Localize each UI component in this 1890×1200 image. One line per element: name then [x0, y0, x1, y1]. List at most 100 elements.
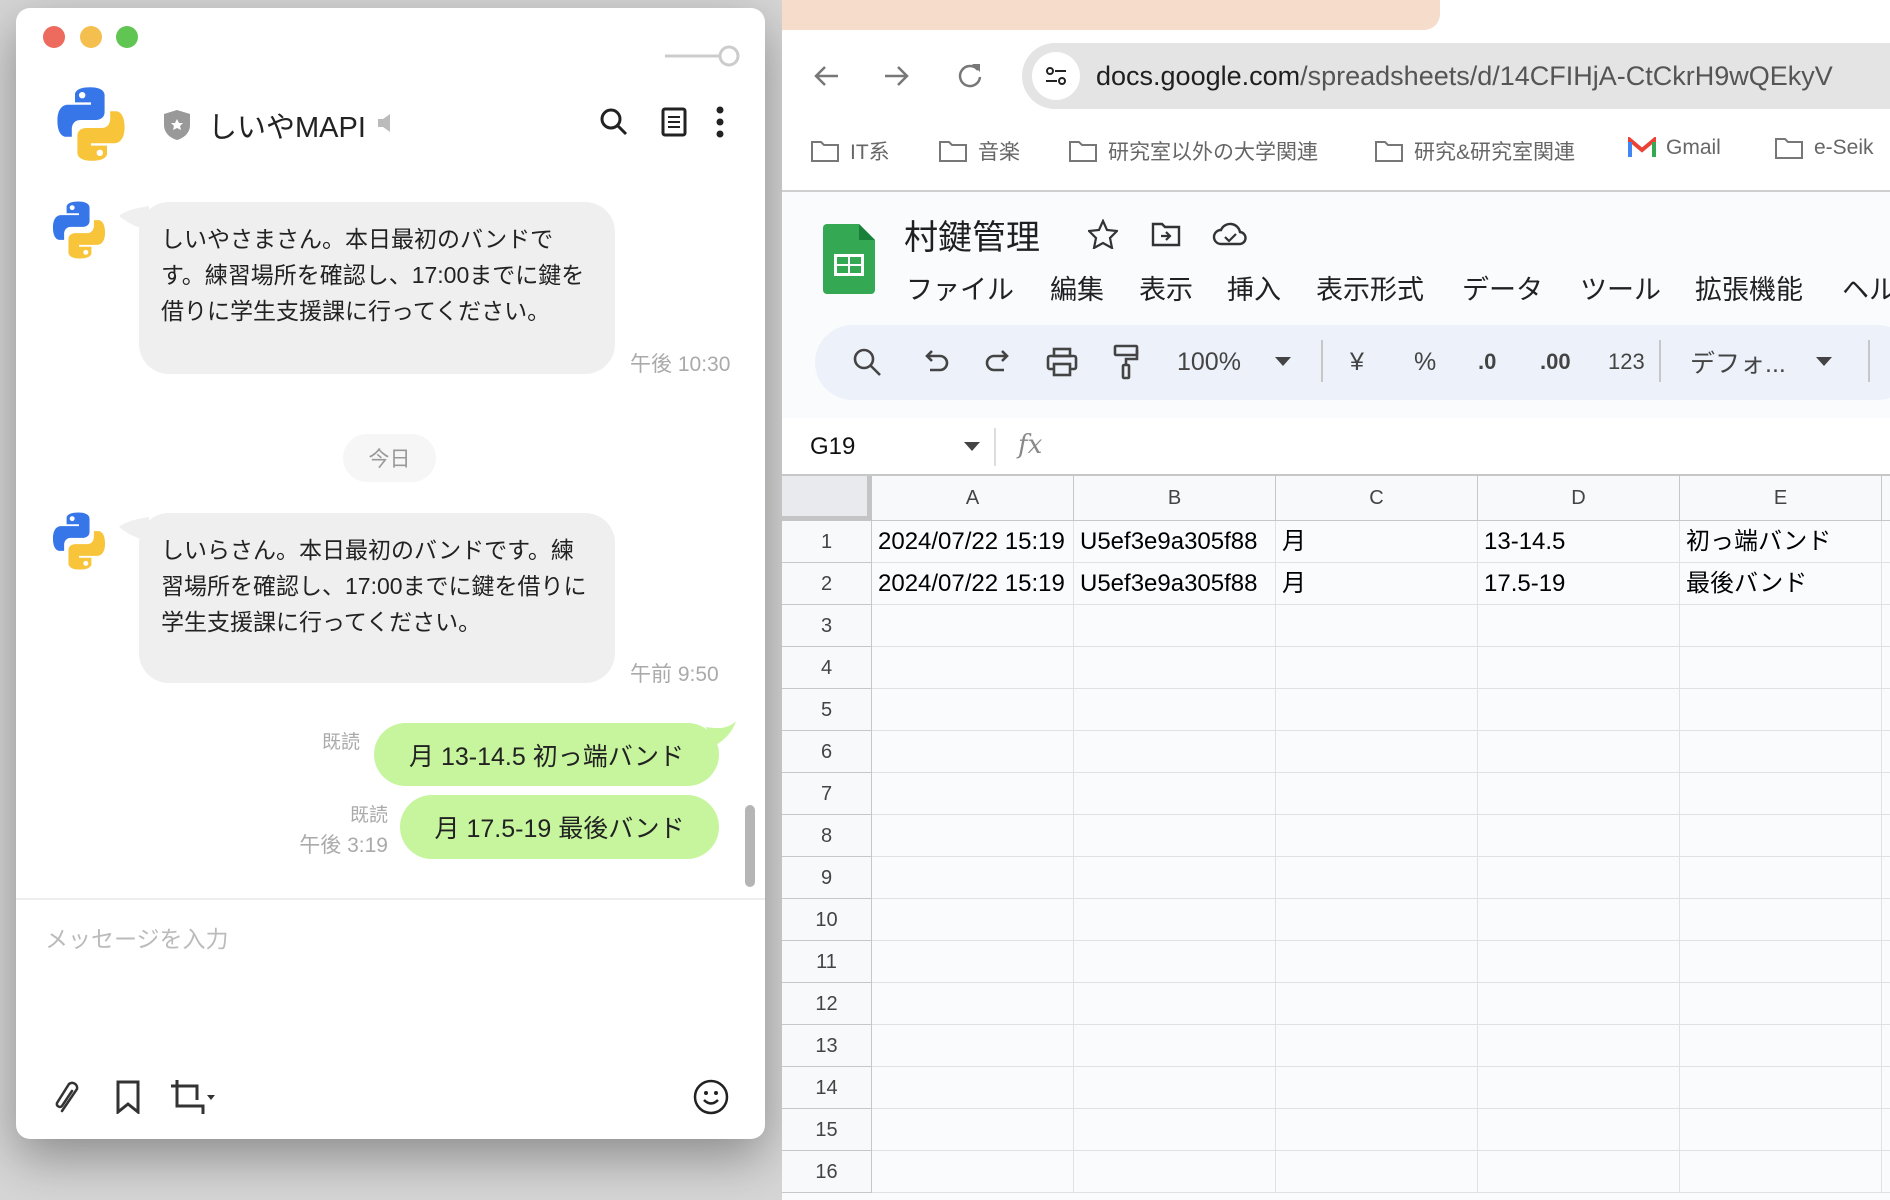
back-arrow-icon[interactable] [810, 60, 842, 92]
cell-b13[interactable] [1074, 1025, 1276, 1067]
column-header-a[interactable]: A [872, 476, 1074, 521]
format-currency-button[interactable]: ¥ [1350, 343, 1364, 381]
cell-f13[interactable] [1882, 1025, 1890, 1067]
cell-d14[interactable] [1478, 1067, 1680, 1109]
cell-c7[interactable] [1276, 773, 1478, 815]
cell-e13[interactable] [1680, 1025, 1882, 1067]
cell-d5[interactable] [1478, 689, 1680, 731]
cell-a8[interactable] [872, 815, 1074, 857]
cell-a1[interactable]: 2024/07/22 15:19 [872, 521, 1074, 563]
cell-c15[interactable] [1276, 1109, 1478, 1151]
decrease-decimal-button[interactable]: .0 [1478, 343, 1496, 381]
cell-b10[interactable] [1074, 899, 1276, 941]
cell-b1[interactable]: U5ef3e9a305f88 [1074, 521, 1276, 563]
bookmark-gmail[interactable]: Gmail [1628, 136, 1721, 160]
select-all-corner[interactable] [782, 476, 872, 521]
cell-f16[interactable] [1882, 1151, 1890, 1193]
document-title[interactable]: 村鍵管理 [904, 210, 1040, 259]
received-message-bubble[interactable]: しいやさまさん。本日最初のバンドです。練習場所を確認し、17:00までに鍵を借り… [139, 202, 615, 374]
sender-avatar[interactable] [48, 510, 110, 572]
cell-a6[interactable] [872, 731, 1074, 773]
move-folder-icon[interactable] [1150, 218, 1182, 250]
cell-f7[interactable] [1882, 773, 1890, 815]
cell-e12[interactable] [1680, 983, 1882, 1025]
zoom-select[interactable]: 100% [1177, 343, 1291, 381]
cell-f9[interactable] [1882, 857, 1890, 899]
cell-c9[interactable] [1276, 857, 1478, 899]
cell-a11[interactable] [872, 941, 1074, 983]
cell-a16[interactable] [872, 1151, 1074, 1193]
cell-e3[interactable] [1680, 605, 1882, 647]
cell-b15[interactable] [1074, 1109, 1276, 1151]
cell-d3[interactable] [1478, 605, 1680, 647]
emoji-icon[interactable] [691, 1077, 731, 1117]
cell-b11[interactable] [1074, 941, 1276, 983]
row-header[interactable]: 13 [782, 1025, 872, 1067]
cell-d9[interactable] [1478, 857, 1680, 899]
cell-c2[interactable]: 月 [1276, 563, 1478, 605]
cell-f5[interactable] [1882, 689, 1890, 731]
row-header[interactable]: 11 [782, 941, 872, 983]
search-icon[interactable] [598, 106, 630, 138]
redo-icon[interactable] [984, 343, 1012, 381]
cell-b14[interactable] [1074, 1067, 1276, 1109]
maximize-window-button[interactable] [116, 26, 138, 48]
cell-f12[interactable] [1882, 983, 1890, 1025]
site-settings-icon[interactable] [1032, 52, 1080, 100]
column-header-c[interactable]: C [1276, 476, 1478, 521]
minimize-window-button[interactable] [80, 26, 102, 48]
cell-f14[interactable] [1882, 1067, 1890, 1109]
cell-b4[interactable] [1074, 647, 1276, 689]
cell-d6[interactable] [1478, 731, 1680, 773]
menu-edit[interactable]: 編集 [1050, 268, 1104, 307]
row-header[interactable]: 16 [782, 1151, 872, 1193]
star-icon[interactable] [1087, 218, 1119, 250]
menu-insert[interactable]: 挿入 [1227, 268, 1281, 307]
row-header[interactable]: 5 [782, 689, 872, 731]
cell-d4[interactable] [1478, 647, 1680, 689]
cell-c5[interactable] [1276, 689, 1478, 731]
sender-avatar[interactable] [48, 199, 110, 261]
cell-d1[interactable]: 13-14.5 [1478, 521, 1680, 563]
row-header[interactable]: 15 [782, 1109, 872, 1151]
column-header-d[interactable]: D [1478, 476, 1680, 521]
bookmark-folder-university[interactable]: 研究室以外の大学関連 [1068, 136, 1318, 166]
row-header[interactable]: 4 [782, 647, 872, 689]
increase-decimal-button[interactable]: .00 [1540, 343, 1571, 381]
cell-c10[interactable] [1276, 899, 1478, 941]
font-select[interactable]: デフォ... [1690, 343, 1832, 381]
more-formats-button[interactable]: 123 [1608, 343, 1645, 381]
row-header[interactable]: 2 [782, 563, 872, 605]
cell-e7[interactable] [1680, 773, 1882, 815]
cell-f2[interactable] [1882, 563, 1890, 605]
cell-f4[interactable] [1882, 647, 1890, 689]
browser-tab-active-group[interactable] [782, 0, 1440, 30]
sent-message-bubble[interactable]: 月 17.5-19 最後バンド [400, 795, 719, 859]
attachment-paperclip-icon[interactable] [50, 1077, 86, 1117]
bookmark-icon[interactable] [110, 1077, 146, 1117]
cell-c4[interactable] [1276, 647, 1478, 689]
cell-a4[interactable] [872, 647, 1074, 689]
cell-e1[interactable]: 初っ端バンド [1680, 521, 1882, 563]
cell-c12[interactable] [1276, 983, 1478, 1025]
address-bar[interactable]: docs.google.com/spreadsheets/d/14CFIHjA-… [1022, 43, 1890, 109]
formula-input[interactable] [1072, 424, 1882, 470]
cell-b6[interactable] [1074, 731, 1276, 773]
message-input[interactable]: メッセージを入力 [45, 920, 735, 1070]
bookmark-folder-music[interactable]: 音楽 [938, 136, 1020, 166]
search-menus-icon[interactable] [852, 343, 882, 381]
sent-message-bubble[interactable]: 月 13-14.5 初っ端バンド [374, 723, 719, 786]
menu-format[interactable]: 表示形式 [1316, 268, 1424, 307]
cell-d10[interactable] [1478, 899, 1680, 941]
row-header[interactable]: 8 [782, 815, 872, 857]
column-header-b[interactable]: B [1074, 476, 1276, 521]
cell-e15[interactable] [1680, 1109, 1882, 1151]
forward-arrow-icon[interactable] [881, 60, 913, 92]
notes-icon[interactable] [658, 106, 690, 138]
cell-d7[interactable] [1478, 773, 1680, 815]
format-percent-button[interactable]: % [1414, 343, 1436, 381]
reload-icon[interactable] [954, 60, 986, 92]
cell-f6[interactable] [1882, 731, 1890, 773]
cell-e14[interactable] [1680, 1067, 1882, 1109]
cell-d2[interactable]: 17.5-19 [1478, 563, 1680, 605]
